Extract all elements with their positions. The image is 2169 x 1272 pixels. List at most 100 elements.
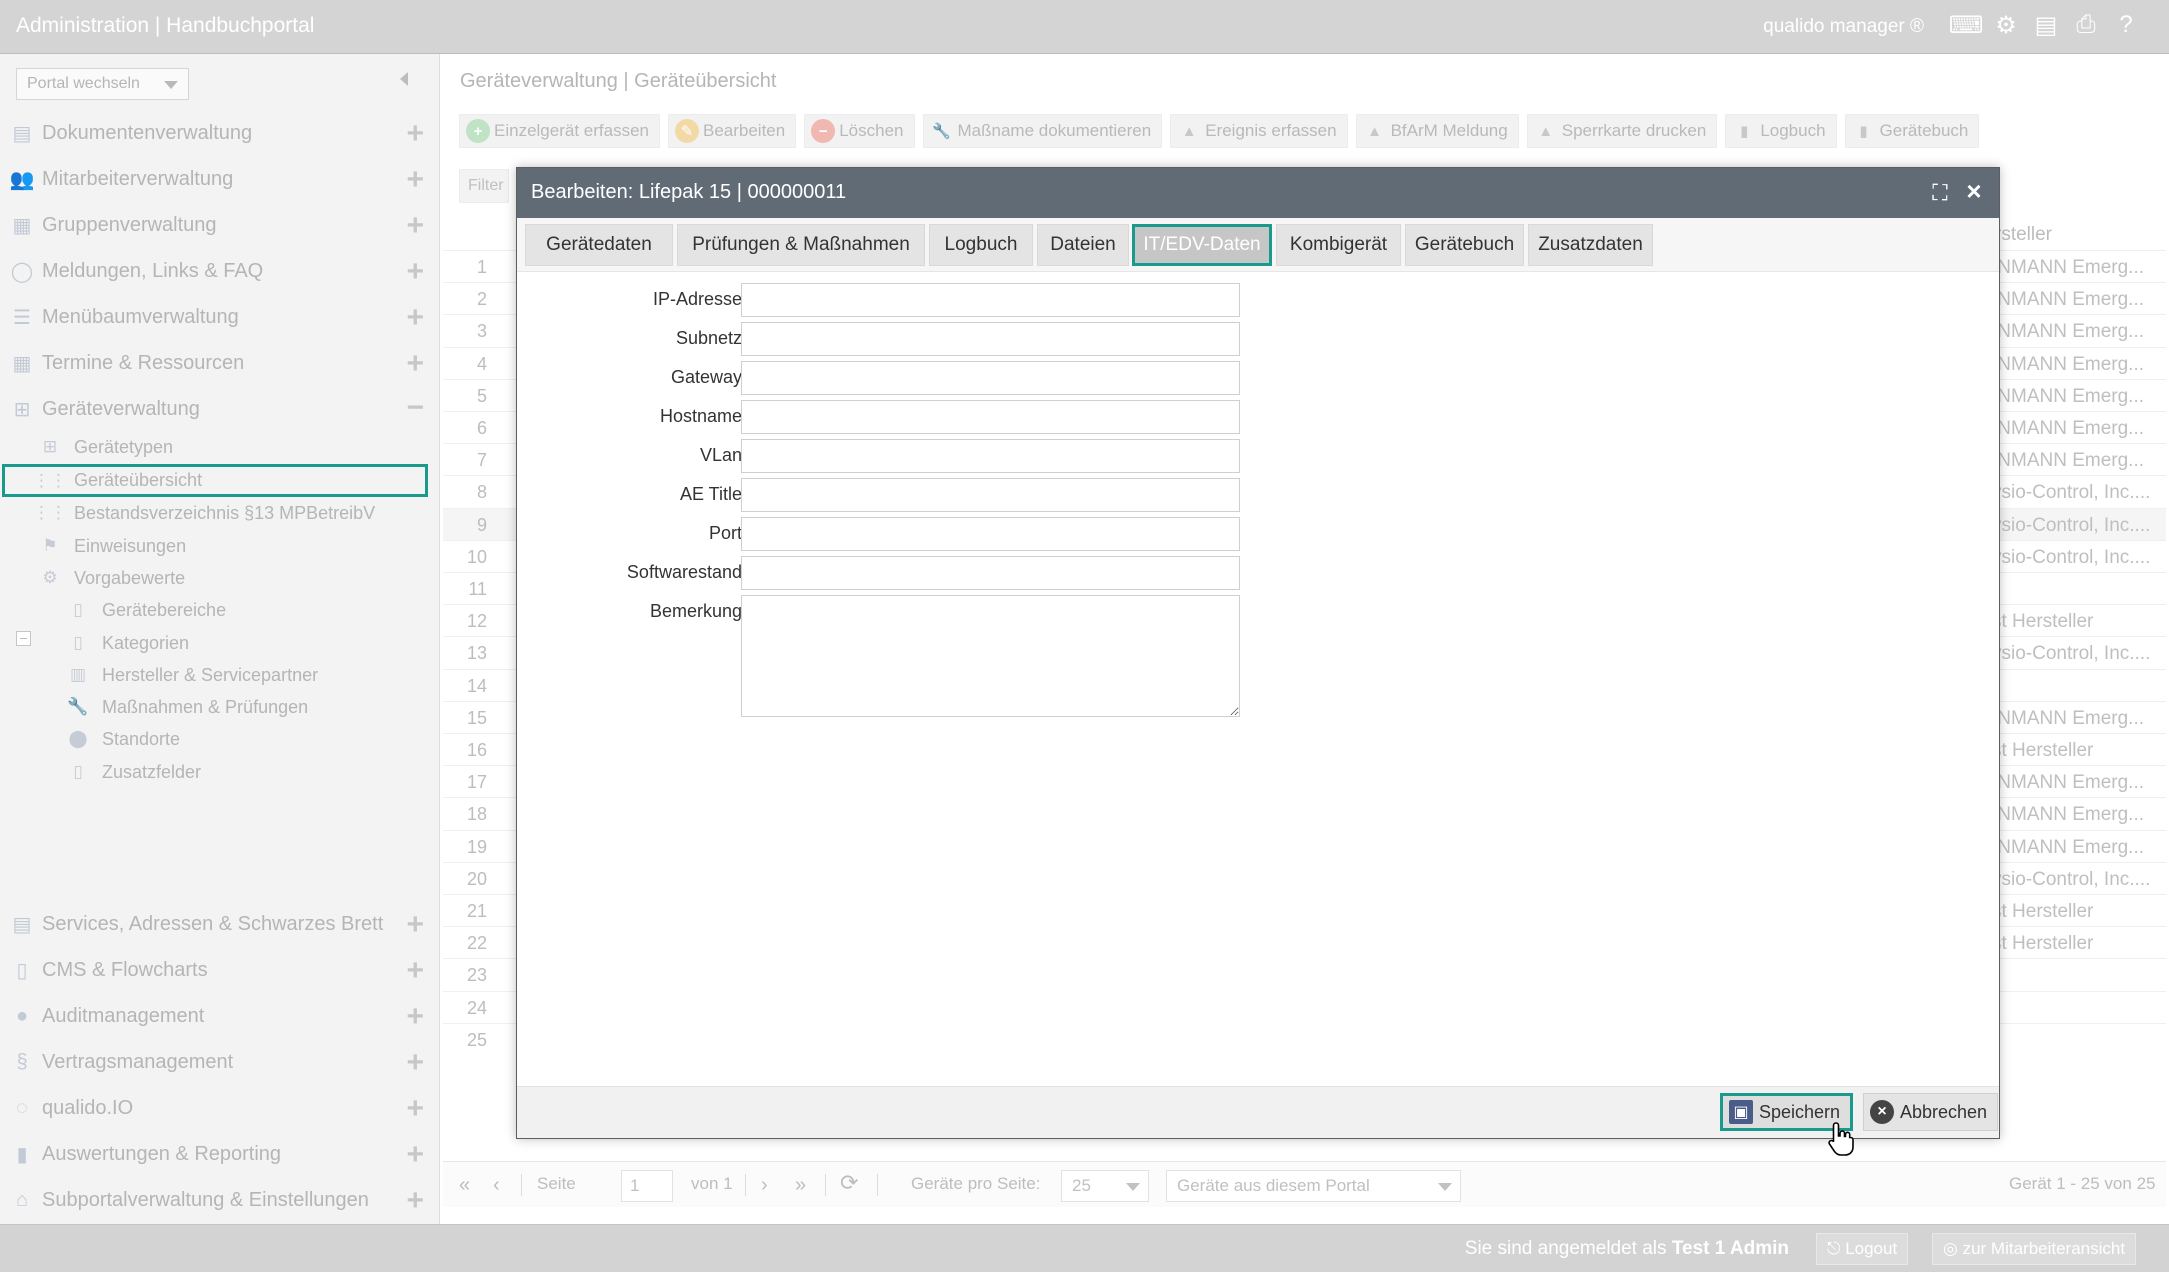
tab-combo-device[interactable]: Kombigerät [1276,224,1401,266]
device-book-button[interactable]: ▮ Gerätebuch [1844,114,1980,148]
network-icon[interactable]: ⚙ [1993,12,2019,39]
sub-item-device-types[interactable]: ⊞ Gerätetypen [38,432,173,462]
sub-item-inventory[interactable]: ⋮⋮ Bestandsverzeichnis §13 MPBetreibV [33,498,375,528]
document-measure-button[interactable]: 🔧 Maßname dokumentieren [922,114,1163,148]
first-page-icon[interactable]: « [459,1174,470,1197]
last-page-icon[interactable]: » [795,1174,806,1197]
document-icon[interactable]: ▤ [2033,12,2059,39]
breadcrumb: Geräteverwaltung | Geräteübersicht [460,70,777,92]
expand-plus-icon[interactable]: + [406,209,424,243]
expand-plus-icon[interactable]: + [406,163,424,197]
sub-item-instructions[interactable]: ⚑ Einweisungen [38,531,186,561]
cancel-button[interactable]: × Abbrechen [1863,1093,1999,1131]
sidebar-item-devices[interactable]: ⊞ Geräteverwaltung − [10,389,430,429]
edit-button[interactable]: ✎ Bearbeiten [667,114,797,148]
expand-plus-icon[interactable]: + [406,908,424,942]
sidebar-item-contracts[interactable]: § Vertragsmanagement + [10,1042,430,1082]
software-version-input[interactable] [741,556,1240,590]
port-input[interactable] [741,517,1240,551]
sidebar-item-menutree[interactable]: ☰ Menübaumverwaltung + [10,297,430,337]
expand-plus-icon[interactable]: + [406,1046,424,1080]
tree-collapse-icon[interactable] [16,631,31,646]
sidebar-item-groups[interactable]: ▦ Gruppenverwaltung + [10,205,430,245]
print-icon[interactable]: ⎙ [2073,11,2099,38]
sub-item-additional-fields[interactable]: ▯ Zusatzfelder [66,757,201,787]
tab-device-book[interactable]: Gerätebuch [1405,224,1524,266]
hostname-input[interactable] [741,400,1240,434]
sidebar-item-qualido-io[interactable]: ◌ qualido.IO + [10,1088,430,1128]
grid-icon: ⋮⋮ [33,470,67,490]
tab-logbook[interactable]: Logbuch [929,224,1033,266]
sidebar-item-services[interactable]: ▤ Services, Adressen & Schwarzes Brett + [10,904,430,944]
sidebar-item-documents[interactable]: ▤ Dokumentenverwaltung + [10,113,430,153]
per-page-select[interactable]: 25 [1061,1170,1149,1202]
close-icon[interactable]: × [1961,176,1987,206]
tab-inspections[interactable]: Prüfungen & Maßnahmen [677,224,925,266]
prev-page-icon[interactable]: ‹ [493,1174,500,1197]
page-input[interactable]: 1 [621,1170,673,1202]
expand-plus-icon[interactable]: + [406,347,424,381]
subnet-input[interactable] [741,322,1240,356]
sidebar-item-employees[interactable]: 👥 Mitarbeiterverwaltung + [10,159,430,199]
expand-plus-icon[interactable]: + [406,1000,424,1034]
vlan-input[interactable] [741,439,1240,473]
expand-plus-icon[interactable]: + [406,954,424,988]
sub-item-device-overview[interactable]: ⋮⋮ Geräteübersicht [2,464,428,497]
sub-item-manufacturers[interactable]: ▥ Hersteller & Servicepartner [66,660,318,690]
filter-input[interactable]: Filter [459,169,509,203]
sub-item-categories[interactable]: ▯ Kategorien [66,628,189,658]
sub-item-locations[interactable]: ⬤ Standorte [66,724,180,754]
portal-select-label: Portal wechseln [27,75,140,92]
expand-plus-icon[interactable]: + [406,1138,424,1172]
expand-plus-icon[interactable]: + [406,301,424,335]
button-label: Löschen [839,121,904,140]
tab-device-data[interactable]: Gerätedaten [525,224,673,266]
button-label: Sperrkarte drucken [1561,121,1707,140]
help-icon[interactable]: ? [2113,11,2139,38]
collapse-sidebar-icon[interactable] [400,72,408,86]
expand-plus-icon[interactable]: + [406,255,424,289]
expand-plus-icon[interactable]: + [406,117,424,151]
tab-it-data[interactable]: IT/EDV-Daten [1132,224,1272,266]
maximize-icon[interactable]: ⛶ [1927,180,1953,206]
sidebar-item-cms[interactable]: ▯ CMS & Flowcharts + [10,950,430,990]
ip-address-input[interactable] [741,283,1240,317]
collapse-minus-icon[interactable]: − [406,391,424,425]
sub-item-defaults[interactable]: ⚙ Vorgabewerte [38,563,185,593]
dialog-header[interactable]: Bearbeiten: Lifepak 15 | 000000011 ⛶ × [517,168,1999,218]
logbook-button[interactable]: ▮ Logbuch [1725,114,1837,148]
sidebar-item-messages[interactable]: ◯ Meldungen, Links & FAQ + [10,251,430,291]
row-number: 14 [466,675,487,696]
row-manufacturer: INMANN Emerg... [1992,257,2145,278]
sidebar-item-subportals[interactable]: ⌂ Subportalverwaltung & Einstellungen + [10,1180,430,1220]
record-event-button[interactable]: ▲ Ereignis erfassen [1170,114,1348,148]
button-label: BfArM Meldung [1390,121,1508,140]
portal-filter-select[interactable]: Geräte aus diesem Portal [1166,1170,1461,1202]
next-page-icon[interactable]: › [761,1174,768,1197]
grid-header-manufacturer[interactable]: rsteller [1995,224,2052,246]
tab-files[interactable]: Dateien [1037,224,1129,266]
tab-additional-data[interactable]: Zusatzdaten [1528,224,1653,266]
gateway-input[interactable] [741,361,1240,395]
row-number: 15 [466,707,487,728]
add-device-button[interactable]: + Einzelgerät erfassen [459,114,660,148]
bfarm-report-button[interactable]: ▲ BfArM Meldung [1355,114,1519,148]
ae-title-input[interactable] [741,478,1240,512]
sidebar-item-appointments[interactable]: ▦ Termine & Ressourcen + [10,343,430,383]
sub-item-device-areas[interactable]: ▯ Gerätebereiche [66,595,226,625]
employee-view-button[interactable]: ◎ zur Mitarbeiteransicht [1932,1233,2137,1265]
logout-button[interactable]: ⎋ Logout [1816,1233,1909,1265]
employee-view-label: zur Mitarbeiteransicht [1962,1239,2126,1258]
print-lock-card-button[interactable]: ▲ Sperrkarte drucken [1526,114,1718,148]
keyboard-icon[interactable]: ⌨ [1949,12,1984,39]
sidebar-item-reporting[interactable]: ▮ Auswertungen & Reporting + [10,1134,430,1174]
expand-plus-icon[interactable]: + [406,1092,424,1126]
refresh-icon[interactable]: ⟳ [840,1170,858,1196]
sub-item-measures[interactable]: 🔧 Maßnahmen & Prüfungen [66,692,308,722]
sidebar-item-audit[interactable]: ● Auditmanagement + [10,996,430,1036]
edit-device-dialog: Bearbeiten: Lifepak 15 | 000000011 ⛶ × G… [516,167,2000,1139]
portal-select[interactable]: Portal wechseln [16,68,189,100]
delete-button[interactable]: − Löschen [804,114,915,148]
remark-textarea[interactable] [741,595,1240,717]
expand-plus-icon[interactable]: + [406,1184,424,1218]
